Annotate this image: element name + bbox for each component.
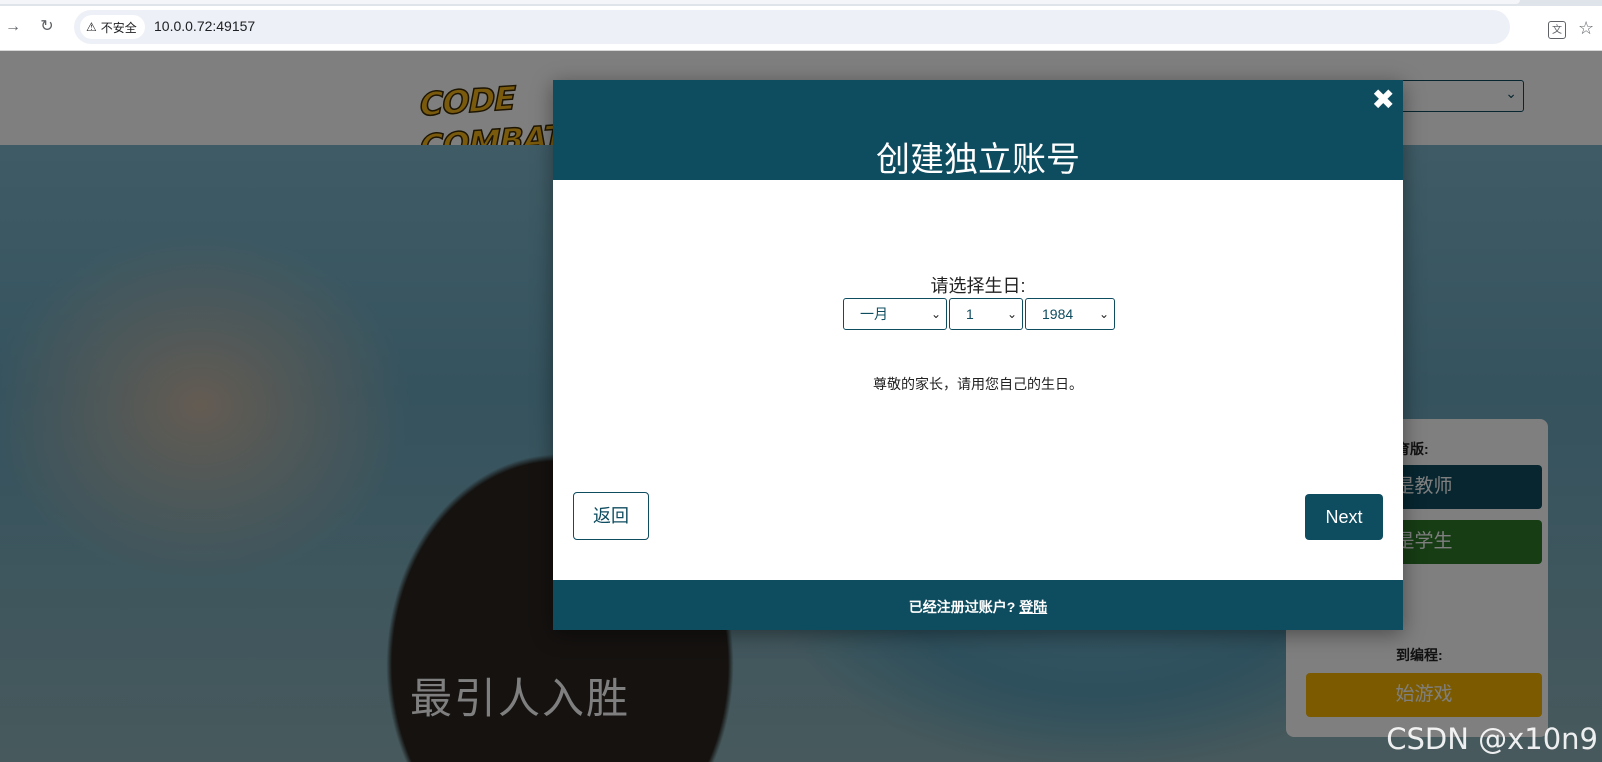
browser-toolbar: → ↻ ⚠ 不安全 10.0.0.72:49157 文 ☆ bbox=[0, 6, 1602, 51]
parent-note: 尊敬的家长，请用您自己的生日。 bbox=[873, 376, 1083, 392]
url-text[interactable]: 10.0.0.72:49157 bbox=[154, 18, 255, 34]
back-button[interactable]: 返回 bbox=[573, 492, 649, 540]
security-label: 不安全 bbox=[100, 20, 137, 35]
day-value: 1 bbox=[966, 306, 974, 322]
bookmark-star-icon[interactable]: ☆ bbox=[1578, 18, 1594, 39]
birthday-label: 请选择生日: bbox=[930, 276, 1026, 296]
modal-header: ✖ 创建独立账号 bbox=[553, 80, 1403, 180]
modal-body: 请选择生日: 一月 ⌄ 1 ⌄ 1984 ⌄ 尊敬的家长，请用您自己的生日。 bbox=[553, 180, 1403, 580]
translate-icon[interactable]: 文 bbox=[1548, 21, 1566, 39]
warning-icon: ⚠ bbox=[86, 20, 97, 34]
tab-edge bbox=[0, 0, 1520, 4]
year-value: 1984 bbox=[1042, 306, 1074, 322]
footer-prompt: 已经注册过账户? bbox=[908, 599, 1016, 615]
close-icon[interactable]: ✖ bbox=[1372, 86, 1395, 114]
month-value: 一月 bbox=[860, 306, 888, 322]
modal-title: 创建独立账号 bbox=[876, 140, 1080, 180]
chevron-down-icon: ⌄ bbox=[1098, 307, 1109, 321]
month-select[interactable]: 一月 ⌄ bbox=[843, 298, 947, 330]
day-select[interactable]: 1 ⌄ bbox=[949, 298, 1023, 330]
next-button[interactable]: Next bbox=[1305, 494, 1383, 540]
login-link[interactable]: 登陆 bbox=[1019, 599, 1047, 615]
year-select[interactable]: 1984 ⌄ bbox=[1025, 298, 1115, 330]
modal-footer: 已经注册过账户? 登陆 bbox=[553, 580, 1403, 630]
address-bar[interactable]: ⚠ 不安全 10.0.0.72:49157 bbox=[74, 10, 1510, 44]
chevron-down-icon: ⌄ bbox=[1006, 307, 1017, 321]
watermark: CSDN @x10n9 bbox=[1386, 722, 1598, 756]
birthday-selects: 一月 ⌄ 1 ⌄ 1984 ⌄ bbox=[843, 298, 1115, 332]
security-chip[interactable]: ⚠ 不安全 bbox=[80, 15, 145, 39]
chevron-down-icon: ⌄ bbox=[930, 307, 941, 321]
forward-icon[interactable]: → bbox=[0, 14, 26, 40]
footer-text: 已经注册过账户? 登陆 bbox=[553, 597, 1403, 617]
create-account-modal: ✖ 创建独立账号 请选择生日: 一月 ⌄ 1 ⌄ 1984 ⌄ 尊敬的家长，请用您自己… bbox=[553, 80, 1403, 630]
reload-icon[interactable]: ↻ bbox=[34, 14, 60, 40]
